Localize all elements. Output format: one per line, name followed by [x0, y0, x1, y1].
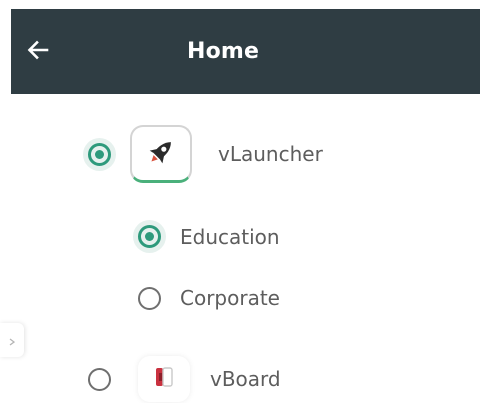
drawer-handle[interactable] [0, 323, 24, 357]
education-label: Education [180, 224, 280, 249]
launcher-option-vlauncher[interactable]: vLauncher [83, 125, 323, 183]
vboard-radio[interactable] [88, 367, 111, 391]
mode-option-education[interactable]: Education [133, 220, 280, 253]
chevron-right-icon [9, 331, 16, 350]
back-button[interactable] [11, 9, 65, 94]
home-screen: Home vLauncher Education Corporate vBoar… [0, 0, 480, 403]
corporate-radio[interactable] [138, 286, 161, 310]
education-radio[interactable] [133, 220, 166, 253]
arrow-left-icon [27, 40, 49, 64]
vboard-logo-icon [151, 364, 177, 394]
vboard-app-icon [138, 356, 190, 402]
vlauncher-app-icon [130, 125, 192, 183]
vlauncher-label: vLauncher [218, 142, 323, 166]
vboard-label: vBoard [210, 367, 281, 391]
page-title: Home [187, 39, 260, 64]
app-bar: Home [11, 9, 480, 94]
launcher-option-vboard[interactable]: vBoard [88, 356, 281, 402]
rocket-icon [144, 135, 178, 173]
mode-option-corporate[interactable]: Corporate [138, 286, 280, 310]
vlauncher-radio[interactable] [83, 137, 116, 171]
corporate-label: Corporate [180, 286, 280, 310]
